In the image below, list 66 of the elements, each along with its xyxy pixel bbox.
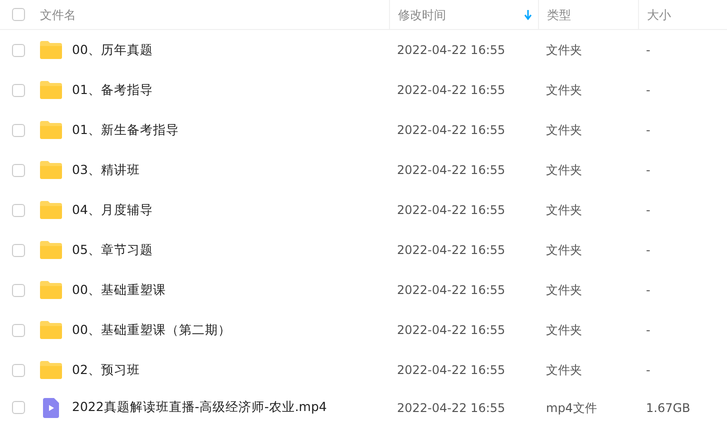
modified-time: 2022-04-22 16:55 [397,322,506,339]
checkbox[interactable] [12,84,24,96]
folder-icon [40,81,62,99]
checkbox[interactable] [12,164,24,176]
file-name[interactable]: 04、月度辅导 [72,200,153,220]
file-type: 文件夹 [546,363,582,377]
checkbox[interactable] [12,204,24,216]
folder-icon [40,281,62,299]
folder-icon [40,321,62,339]
file-size: - [646,83,650,97]
file-type: mp4文件 [546,400,597,414]
column-header[interactable]: 修改时间 [398,6,446,24]
modified-time: 2022-04-22 16:55 [397,122,506,139]
column-header[interactable]: 类型 [547,6,571,24]
checkbox[interactable] [12,244,24,256]
folder-icon [40,121,62,139]
file-name[interactable]: 00、基础重塑课（第二期） [72,320,231,340]
folder-icon [40,161,62,179]
file-size: - [646,163,650,177]
file-type: 文件夹 [546,43,582,57]
file-size: - [646,363,650,377]
video-file-icon [43,398,59,418]
file-type: 文件夹 [546,323,582,337]
checkbox[interactable] [12,364,24,376]
file-name[interactable]: 01、新生备考指导 [72,120,179,140]
sort-arrow-icon[interactable] [524,10,532,20]
modified-time: 2022-04-22 16:55 [397,162,506,179]
file-name[interactable]: 02、预习班 [72,360,140,380]
file-name[interactable]: 01、备考指导 [72,80,153,100]
checkbox[interactable] [12,324,24,336]
checkbox[interactable] [12,124,24,136]
file-type: 文件夹 [546,123,582,137]
file-type: 文件夹 [546,163,582,177]
folder-icon [40,361,62,379]
column-header[interactable]: 大小 [647,6,671,24]
file-name[interactable]: 05、章节习题 [72,240,153,260]
file-name[interactable]: 2022真题解读班直播-高级经济师-农业.mp4 [72,398,327,417]
folder-icon [40,41,62,59]
file-type: 文件夹 [546,203,582,217]
file-type: 文件夹 [546,83,582,97]
checkbox[interactable] [12,401,24,414]
file-size: - [646,283,650,297]
file-size: - [646,203,650,217]
modified-time: 2022-04-22 16:55 [397,242,506,259]
file-size: 1.67GB [646,400,690,414]
file-size: - [646,243,650,257]
file-size: - [646,123,650,137]
modified-time: 2022-04-22 16:55 [397,400,506,416]
file-type: 文件夹 [546,283,582,297]
file-size: - [646,43,650,57]
modified-time: 2022-04-22 16:55 [397,362,506,379]
column-header[interactable]: 文件名 [40,6,76,24]
file-size: - [646,323,650,337]
file-name[interactable]: 00、基础重塑课 [72,280,166,300]
modified-time: 2022-04-22 16:55 [397,282,506,299]
file-name[interactable]: 00、历年真题 [72,40,153,60]
folder-icon [40,241,62,259]
checkbox[interactable] [12,284,24,296]
checkbox[interactable] [12,44,24,56]
modified-time: 2022-04-22 16:55 [397,82,506,99]
folder-icon [40,201,62,219]
file-name[interactable]: 03、精讲班 [72,160,140,180]
modified-time: 2022-04-22 16:55 [397,42,506,59]
file-type: 文件夹 [546,243,582,257]
checkbox[interactable] [12,8,24,21]
modified-time: 2022-04-22 16:55 [397,202,506,219]
